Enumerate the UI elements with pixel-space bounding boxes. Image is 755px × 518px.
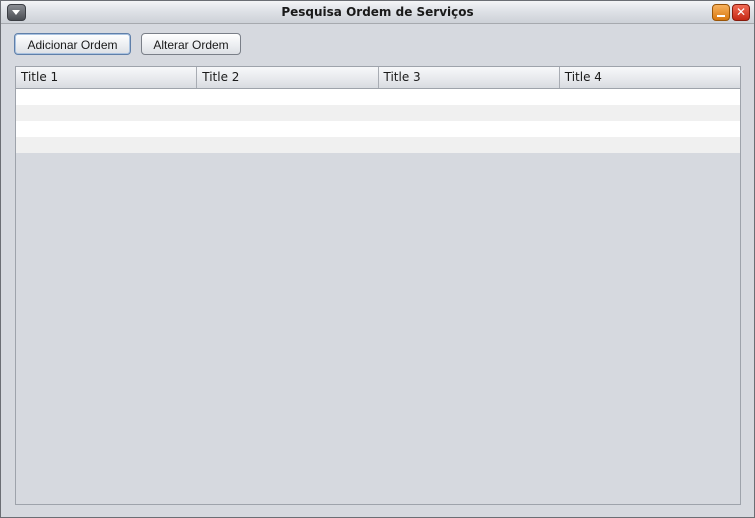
edit-order-button[interactable]: Alterar Ordem <box>141 33 241 55</box>
main-window: Pesquisa Ordem de Serviços ✕ Adicionar O… <box>0 0 755 518</box>
table-row[interactable] <box>16 105 740 121</box>
column-header-1[interactable]: Title 1 <box>16 67 198 88</box>
title-bar[interactable]: Pesquisa Ordem de Serviços ✕ <box>1 1 754 24</box>
table-row[interactable] <box>16 137 740 153</box>
column-header-2[interactable]: Title 2 <box>197 67 379 88</box>
table-row[interactable] <box>16 89 740 105</box>
minimize-icon[interactable] <box>712 4 730 21</box>
column-header-4[interactable]: Title 4 <box>560 67 740 88</box>
table-row[interactable] <box>16 121 740 137</box>
table-body <box>16 89 740 153</box>
table-header: Title 1 Title 2 Title 3 Title 4 <box>16 67 740 89</box>
close-icon[interactable]: ✕ <box>732 4 750 21</box>
orders-table[interactable]: Title 1 Title 2 Title 3 Title 4 <box>15 66 741 505</box>
column-header-3[interactable]: Title 3 <box>379 67 560 88</box>
add-order-button[interactable]: Adicionar Ordem <box>14 33 131 55</box>
window-title: Pesquisa Ordem de Serviços <box>281 5 474 19</box>
